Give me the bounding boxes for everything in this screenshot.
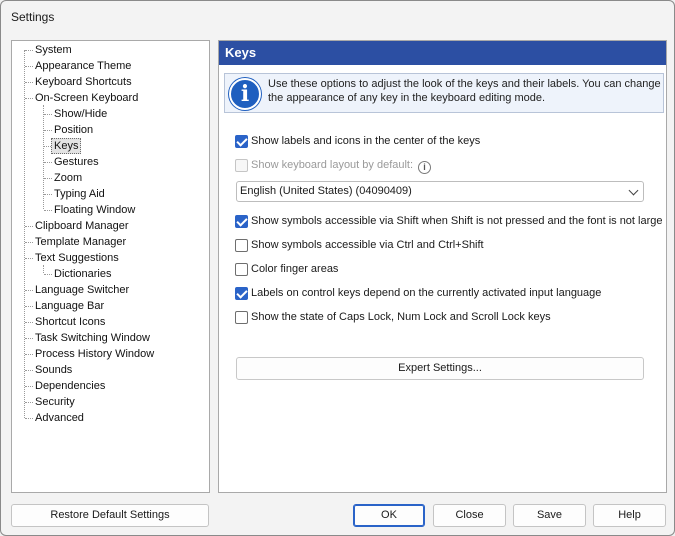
checkbox-checked-icon bbox=[235, 135, 248, 148]
help-button[interactable]: Help bbox=[593, 504, 666, 527]
checkbox-unchecked-icon bbox=[235, 239, 248, 252]
ok-button[interactable]: OK bbox=[353, 504, 425, 527]
restore-defaults-button[interactable]: Restore Default Settings bbox=[11, 504, 209, 527]
checkbox-checked-icon bbox=[235, 215, 248, 228]
settings-window: Settings System Appearance Theme Keyboar… bbox=[0, 0, 675, 536]
save-button[interactable]: Save bbox=[513, 504, 586, 527]
keyboard-layout-value: English (United States) (04090409) bbox=[240, 185, 412, 197]
close-button[interactable]: Close bbox=[433, 504, 506, 527]
keyboard-layout-select[interactable]: English (United States) (04090409) bbox=[236, 181, 644, 202]
checkbox-unchecked-icon bbox=[235, 263, 248, 276]
checkbox-unchecked-icon bbox=[235, 311, 248, 324]
keys-settings-panel: Keys i Use these options to adjust the l… bbox=[218, 40, 667, 493]
tree-root-line bbox=[24, 50, 25, 418]
expert-settings-button[interactable]: Expert Settings... bbox=[236, 357, 644, 380]
chevron-down-icon bbox=[628, 185, 639, 196]
info-icon: i bbox=[229, 78, 261, 110]
info-box: i Use these options to adjust the look o… bbox=[224, 73, 664, 113]
checkbox-unchecked-icon bbox=[235, 159, 248, 172]
show-layout-label: Show keyboard layout by default: bbox=[251, 159, 414, 171]
info-small-icon[interactable]: i bbox=[418, 161, 432, 174]
info-text: Use these options to adjust the look of … bbox=[268, 78, 661, 104]
tree-textsugg-branch-line bbox=[43, 265, 44, 273]
checkbox-checked-icon bbox=[235, 287, 248, 300]
panel-title: Keys bbox=[219, 41, 666, 65]
window-title: Settings bbox=[11, 10, 55, 24]
settings-tree[interactable]: System Appearance Theme Keyboard Shortcu… bbox=[11, 40, 210, 493]
